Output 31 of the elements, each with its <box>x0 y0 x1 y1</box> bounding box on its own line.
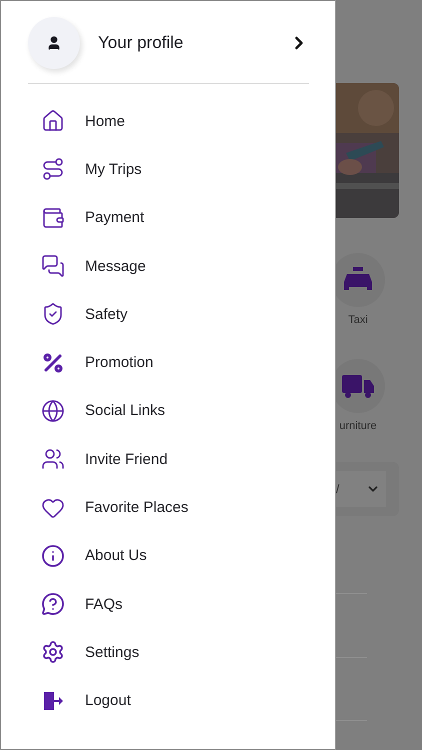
menu-item[interactable]: Settings <box>1 628 335 677</box>
menu-item[interactable]: About Us <box>1 532 335 580</box>
service-circle[interactable] <box>336 253 385 307</box>
profile-name[interactable]: Your profile <box>98 33 289 53</box>
menu-item[interactable]: Invite Friend <box>1 435 335 484</box>
service-circle[interactable] <box>336 359 385 413</box>
dropdown[interactable]: / <box>336 462 399 516</box>
service-label: Taxi <box>348 314 368 326</box>
globe-icon <box>41 398 65 423</box>
menu-item[interactable]: FAQs <box>1 580 335 628</box>
wallet-icon <box>41 206 65 230</box>
menu-item[interactable]: Favorite Places <box>1 483 335 532</box>
settings-icon <box>41 640 65 664</box>
help-icon <box>41 592 65 616</box>
menu-item[interactable]: My Trips <box>1 145 335 194</box>
route-icon <box>41 157 65 182</box>
menu-item[interactable]: Payment <box>1 194 335 242</box>
percent-icon <box>41 350 65 375</box>
avatar[interactable] <box>28 17 80 69</box>
menu-item[interactable]: Home <box>1 97 335 146</box>
menu-item[interactable]: Message <box>1 242 335 290</box>
menu-item[interactable]: Safety <box>1 290 335 338</box>
menu-item[interactable]: Promotion <box>1 338 335 387</box>
user-icon <box>46 35 62 51</box>
menu-item[interactable]: Logout <box>1 676 335 725</box>
info-icon <box>41 544 65 568</box>
home-icon <box>41 109 65 134</box>
moving-truck-icon <box>341 372 375 400</box>
menu-item[interactable]: Social Links <box>1 386 335 436</box>
service-label: urniture <box>339 420 377 432</box>
message-icon <box>41 254 65 278</box>
